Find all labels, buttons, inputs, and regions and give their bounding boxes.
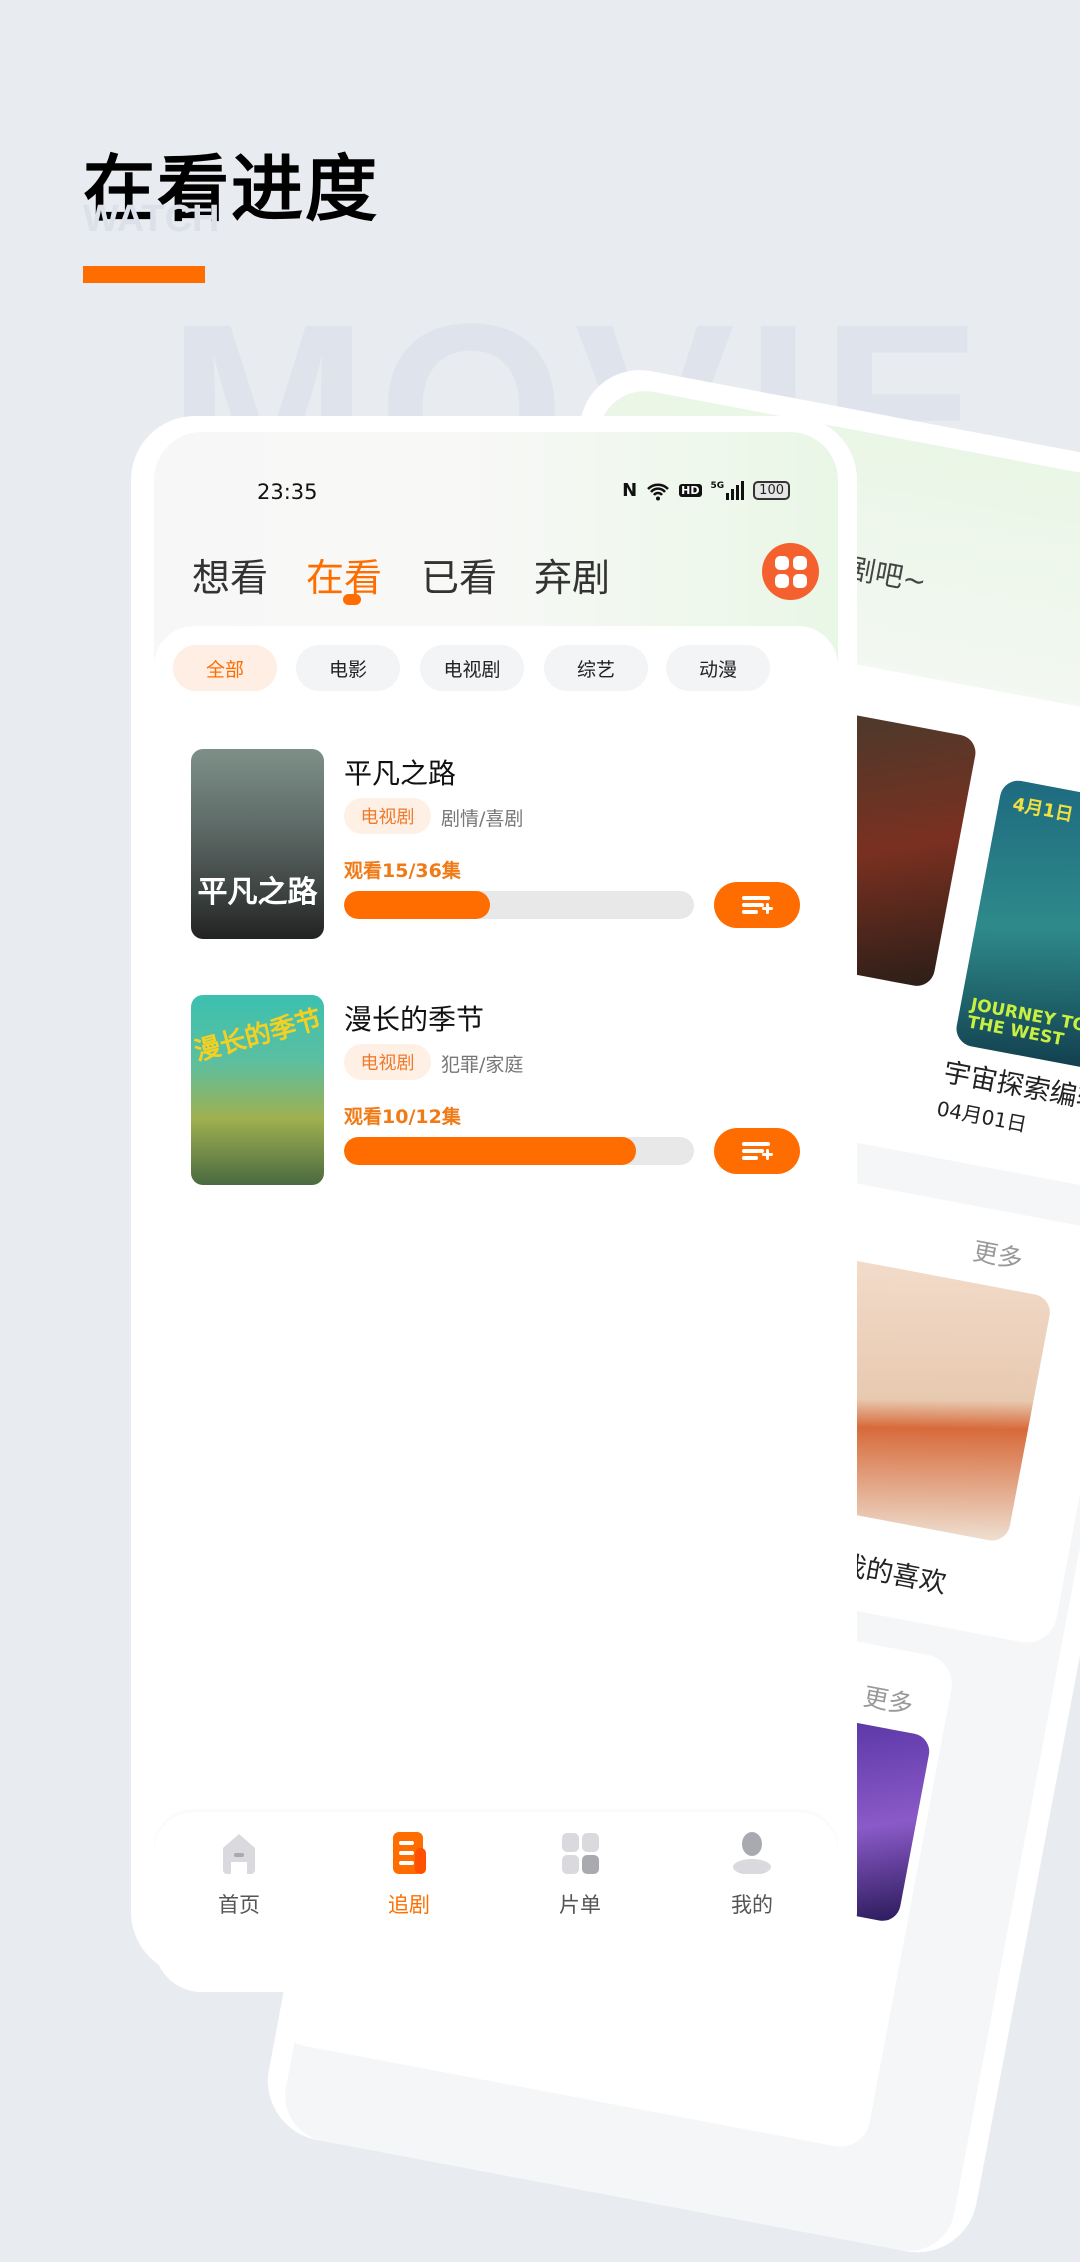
status-time: 23:35 — [257, 480, 318, 504]
genre-text: 犯罪/家庭 — [441, 1054, 524, 1076]
filter-movie[interactable]: 电影 — [296, 645, 400, 691]
poster-image[interactable]: 平凡之路 — [191, 749, 324, 939]
filter-anime[interactable]: 动漫 — [666, 645, 770, 691]
profile-icon — [733, 1832, 771, 1874]
list-item[interactable]: 平凡之路 平凡之路 电视剧 剧情/喜剧 观看15/36集 — [191, 749, 801, 939]
tab-want[interactable]: 想看 — [192, 547, 268, 602]
filter-variety[interactable]: 综艺 — [544, 645, 648, 691]
active-tab-indicator — [343, 594, 361, 605]
type-badge: 电视剧 — [344, 1044, 431, 1080]
update-progress-button[interactable] — [714, 882, 800, 928]
grid-menu-button[interactable] — [762, 543, 819, 600]
bottom-nav: 首页 追剧 片单 我的 — [154, 1812, 838, 1992]
progress-text: 观看15/36集 — [344, 860, 461, 882]
list-item[interactable]: 漫长的季节 漫长的季节 电视剧 犯罪/家庭 观看10/12集 — [191, 995, 801, 1185]
title-watermark: WATCH — [83, 198, 220, 240]
nfc-icon: N — [622, 480, 638, 501]
item-title[interactable]: 平凡之路 — [344, 752, 456, 792]
status-icons: N HD 5G 100 — [622, 480, 790, 501]
playlist-add-icon — [742, 896, 770, 900]
tab-watched[interactable]: 已看 — [421, 547, 497, 602]
title-underline — [83, 266, 205, 283]
tab-watching[interactable]: 在看 — [306, 547, 382, 602]
hd-icon: HD — [679, 484, 702, 497]
home-icon — [223, 1834, 255, 1874]
signal-icon: 5G — [711, 481, 745, 500]
progress-bar — [344, 1137, 694, 1165]
wifi-icon — [647, 483, 670, 500]
list-grid-icon — [562, 1833, 599, 1874]
filter-all[interactable]: 全部 — [173, 645, 277, 691]
progress-bar — [344, 891, 694, 919]
playlist-add-icon — [742, 1142, 770, 1146]
progress-text: 观看10/12集 — [344, 1106, 461, 1128]
item-title[interactable]: 漫长的季节 — [344, 998, 484, 1038]
app-screen: 23:35 N HD 5G 100 想看 在看 已看 弃剧 全部 电影 电视剧 … — [154, 432, 838, 1992]
poster-image[interactable]: 漫长的季节 — [191, 995, 324, 1185]
battery-indicator: 100 — [753, 481, 790, 500]
phone-mockup: 23:35 N HD 5G 100 想看 在看 已看 弃剧 全部 电影 电视剧 … — [131, 416, 857, 1992]
genre-text: 剧情/喜剧 — [441, 808, 524, 830]
content-panel: 全部 电影 电视剧 综艺 动漫 平凡之路 平凡之路 电视剧 剧情/喜剧 观看15… — [154, 626, 838, 1992]
filter-tv[interactable]: 电视剧 — [420, 645, 524, 691]
progress-fill — [344, 1137, 636, 1165]
tab-dropped[interactable]: 弃剧 — [534, 547, 610, 602]
progress-fill — [344, 891, 490, 919]
tracking-icon — [393, 1832, 426, 1874]
grid-icon — [774, 555, 789, 570]
update-progress-button[interactable] — [714, 1128, 800, 1174]
type-badge: 电视剧 — [344, 798, 431, 834]
